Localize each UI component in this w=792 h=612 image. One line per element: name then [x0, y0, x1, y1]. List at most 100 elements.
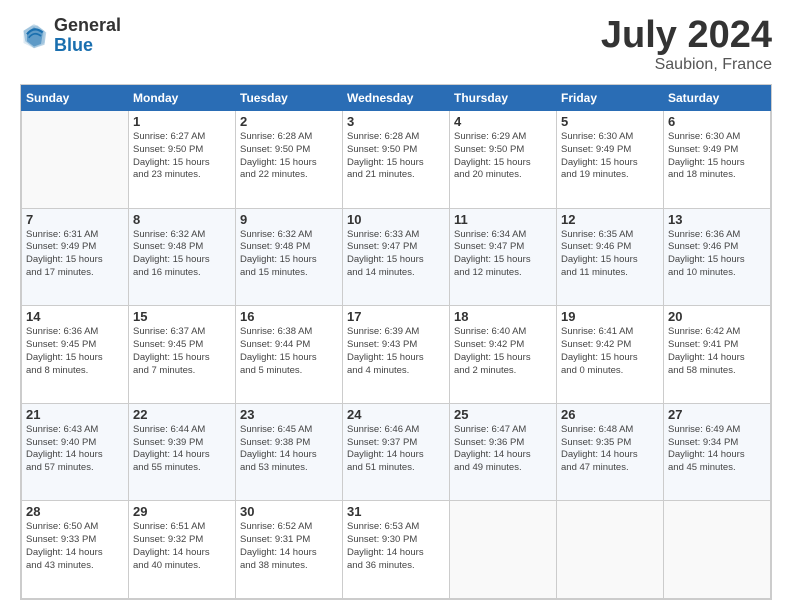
calendar-cell: 1 Sunrise: 6:27 AM Sunset: 9:50 PM Daylig…: [129, 111, 236, 209]
logo-blue-text: Blue: [54, 35, 93, 55]
calendar-cell: 16Sunrise: 6:38 AM Sunset: 9:44 PM Dayli…: [236, 306, 343, 404]
calendar-cell: 19Sunrise: 6:41 AM Sunset: 9:42 PM Dayli…: [557, 306, 664, 404]
day-info: Sunrise: 6:48 AM Sunset: 9:35 PM Dayligh…: [561, 424, 659, 475]
calendar-cell: 28Sunrise: 6:50 AM Sunset: 9:33 PM Dayli…: [22, 501, 129, 599]
day-number: 3: [347, 114, 445, 129]
logo-general-text: General: [54, 15, 121, 35]
day-number: 24: [347, 407, 445, 422]
day-number: 6: [668, 114, 766, 129]
day-info: Sunrise: 6:36 AM Sunset: 9:45 PM Dayligh…: [26, 326, 124, 377]
calendar-cell: 24 Sunrise: 6:46 AM Sunset: 9:37 PM Dayli…: [343, 403, 450, 501]
day-info: Sunrise: 6:38 AM Sunset: 9:44 PM Dayligh…: [240, 326, 338, 377]
main-title: July 2024: [601, 16, 772, 54]
day-info: Sunrise: 6:33 AM Sunset: 9:47 PM Dayligh…: [347, 229, 445, 280]
day-info: Sunrise: 6:51 AM Sunset: 9:32 PM Dayligh…: [133, 521, 231, 572]
calendar-cell: 27 Sunrise: 6:49 AM Sunset: 9:34 PM Dayli…: [664, 403, 771, 501]
weekday-header-row: SundayMondayTuesdayWednesdayThursdayFrid…: [22, 86, 771, 111]
calendar-cell: 14 Sunrise: 6:36 AM Sunset: 9:45 PM Dayli…: [22, 306, 129, 404]
day-info: Sunrise: 6:35 AM Sunset: 9:46 PM Dayligh…: [561, 229, 659, 280]
calendar-week-row: 28Sunrise: 6:50 AM Sunset: 9:33 PM Dayli…: [22, 501, 771, 599]
day-info: Sunrise: 6:44 AM Sunset: 9:39 PM Dayligh…: [133, 424, 231, 475]
day-number: 31: [347, 504, 445, 519]
day-info: Sunrise: 6:43 AM Sunset: 9:40 PM Dayligh…: [26, 424, 124, 475]
day-info: Sunrise: 6:41 AM Sunset: 9:42 PM Dayligh…: [561, 326, 659, 377]
calendar-cell: 6 Sunrise: 6:30 AM Sunset: 9:49 PM Daylig…: [664, 111, 771, 209]
calendar-cell: 29 Sunrise: 6:51 AM Sunset: 9:32 PM Dayli…: [129, 501, 236, 599]
day-number: 29: [133, 504, 231, 519]
day-info: Sunrise: 6:34 AM Sunset: 9:47 PM Dayligh…: [454, 229, 552, 280]
calendar-cell: 30 Sunrise: 6:52 AM Sunset: 9:31 PM Dayli…: [236, 501, 343, 599]
day-info: Sunrise: 6:32 AM Sunset: 9:48 PM Dayligh…: [240, 229, 338, 280]
weekday-header-monday: Monday: [129, 86, 236, 111]
logo-icon: [20, 22, 48, 50]
day-number: 11: [454, 212, 552, 227]
day-info: Sunrise: 6:27 AM Sunset: 9:50 PM Dayligh…: [133, 131, 231, 182]
calendar-week-row: 7 Sunrise: 6:31 AM Sunset: 9:49 PM Daylig…: [22, 208, 771, 306]
day-number: 14: [26, 309, 124, 324]
day-info: Sunrise: 6:50 AM Sunset: 9:33 PM Dayligh…: [26, 521, 124, 572]
day-number: 7: [26, 212, 124, 227]
day-info: Sunrise: 6:46 AM Sunset: 9:37 PM Dayligh…: [347, 424, 445, 475]
day-info: Sunrise: 6:45 AM Sunset: 9:38 PM Dayligh…: [240, 424, 338, 475]
day-info: Sunrise: 6:52 AM Sunset: 9:31 PM Dayligh…: [240, 521, 338, 572]
calendar-page: General Blue July 2024 Saubion, France S…: [0, 0, 792, 612]
weekday-header-sunday: Sunday: [22, 86, 129, 111]
day-number: 15: [133, 309, 231, 324]
day-info: Sunrise: 6:42 AM Sunset: 9:41 PM Dayligh…: [668, 326, 766, 377]
day-info: Sunrise: 6:32 AM Sunset: 9:48 PM Dayligh…: [133, 229, 231, 280]
calendar-week-row: 21Sunrise: 6:43 AM Sunset: 9:40 PM Dayli…: [22, 403, 771, 501]
calendar-cell: 3 Sunrise: 6:28 AM Sunset: 9:50 PM Daylig…: [343, 111, 450, 209]
calendar-cell: 18Sunrise: 6:40 AM Sunset: 9:42 PM Dayli…: [450, 306, 557, 404]
day-info: Sunrise: 6:53 AM Sunset: 9:30 PM Dayligh…: [347, 521, 445, 572]
day-info: Sunrise: 6:30 AM Sunset: 9:49 PM Dayligh…: [668, 131, 766, 182]
day-info: Sunrise: 6:28 AM Sunset: 9:50 PM Dayligh…: [240, 131, 338, 182]
logo: General Blue: [20, 16, 121, 56]
calendar: SundayMondayTuesdayWednesdayThursdayFrid…: [20, 84, 772, 600]
day-number: 30: [240, 504, 338, 519]
calendar-cell: 10 Sunrise: 6:33 AM Sunset: 9:47 PM Dayli…: [343, 208, 450, 306]
calendar-cell: [450, 501, 557, 599]
day-number: 12: [561, 212, 659, 227]
day-info: Sunrise: 6:31 AM Sunset: 9:49 PM Dayligh…: [26, 229, 124, 280]
calendar-cell: 20 Sunrise: 6:42 AM Sunset: 9:41 PM Dayli…: [664, 306, 771, 404]
day-number: 1: [133, 114, 231, 129]
calendar-cell: 31 Sunrise: 6:53 AM Sunset: 9:30 PM Dayli…: [343, 501, 450, 599]
subtitle: Saubion, France: [601, 56, 772, 74]
calendar-cell: [22, 111, 129, 209]
weekday-header-wednesday: Wednesday: [343, 86, 450, 111]
day-info: Sunrise: 6:28 AM Sunset: 9:50 PM Dayligh…: [347, 131, 445, 182]
day-info: Sunrise: 6:36 AM Sunset: 9:46 PM Dayligh…: [668, 229, 766, 280]
calendar-week-row: 1 Sunrise: 6:27 AM Sunset: 9:50 PM Daylig…: [22, 111, 771, 209]
calendar-cell: 15 Sunrise: 6:37 AM Sunset: 9:45 PM Dayli…: [129, 306, 236, 404]
day-number: 23: [240, 407, 338, 422]
day-info: Sunrise: 6:39 AM Sunset: 9:43 PM Dayligh…: [347, 326, 445, 377]
weekday-header-thursday: Thursday: [450, 86, 557, 111]
day-number: 22: [133, 407, 231, 422]
day-number: 25: [454, 407, 552, 422]
weekday-header-saturday: Saturday: [664, 86, 771, 111]
header: General Blue July 2024 Saubion, France: [20, 16, 772, 74]
day-info: Sunrise: 6:37 AM Sunset: 9:45 PM Dayligh…: [133, 326, 231, 377]
day-number: 17: [347, 309, 445, 324]
title-block: July 2024 Saubion, France: [601, 16, 772, 74]
day-info: Sunrise: 6:29 AM Sunset: 9:50 PM Dayligh…: [454, 131, 552, 182]
day-number: 2: [240, 114, 338, 129]
calendar-cell: 11 Sunrise: 6:34 AM Sunset: 9:47 PM Dayli…: [450, 208, 557, 306]
day-number: 13: [668, 212, 766, 227]
day-number: 20: [668, 309, 766, 324]
day-number: 8: [133, 212, 231, 227]
calendar-cell: 23 Sunrise: 6:45 AM Sunset: 9:38 PM Dayli…: [236, 403, 343, 501]
calendar-cell: 22 Sunrise: 6:44 AM Sunset: 9:39 PM Dayli…: [129, 403, 236, 501]
logo-text: General Blue: [54, 16, 121, 56]
day-number: 10: [347, 212, 445, 227]
calendar-cell: [557, 501, 664, 599]
weekday-header-tuesday: Tuesday: [236, 86, 343, 111]
calendar-cell: 21Sunrise: 6:43 AM Sunset: 9:40 PM Dayli…: [22, 403, 129, 501]
day-info: Sunrise: 6:49 AM Sunset: 9:34 PM Dayligh…: [668, 424, 766, 475]
calendar-cell: 4Sunrise: 6:29 AM Sunset: 9:50 PM Daylig…: [450, 111, 557, 209]
weekday-header-friday: Friday: [557, 86, 664, 111]
calendar-cell: 13 Sunrise: 6:36 AM Sunset: 9:46 PM Dayli…: [664, 208, 771, 306]
day-number: 26: [561, 407, 659, 422]
day-number: 27: [668, 407, 766, 422]
day-number: 18: [454, 309, 552, 324]
